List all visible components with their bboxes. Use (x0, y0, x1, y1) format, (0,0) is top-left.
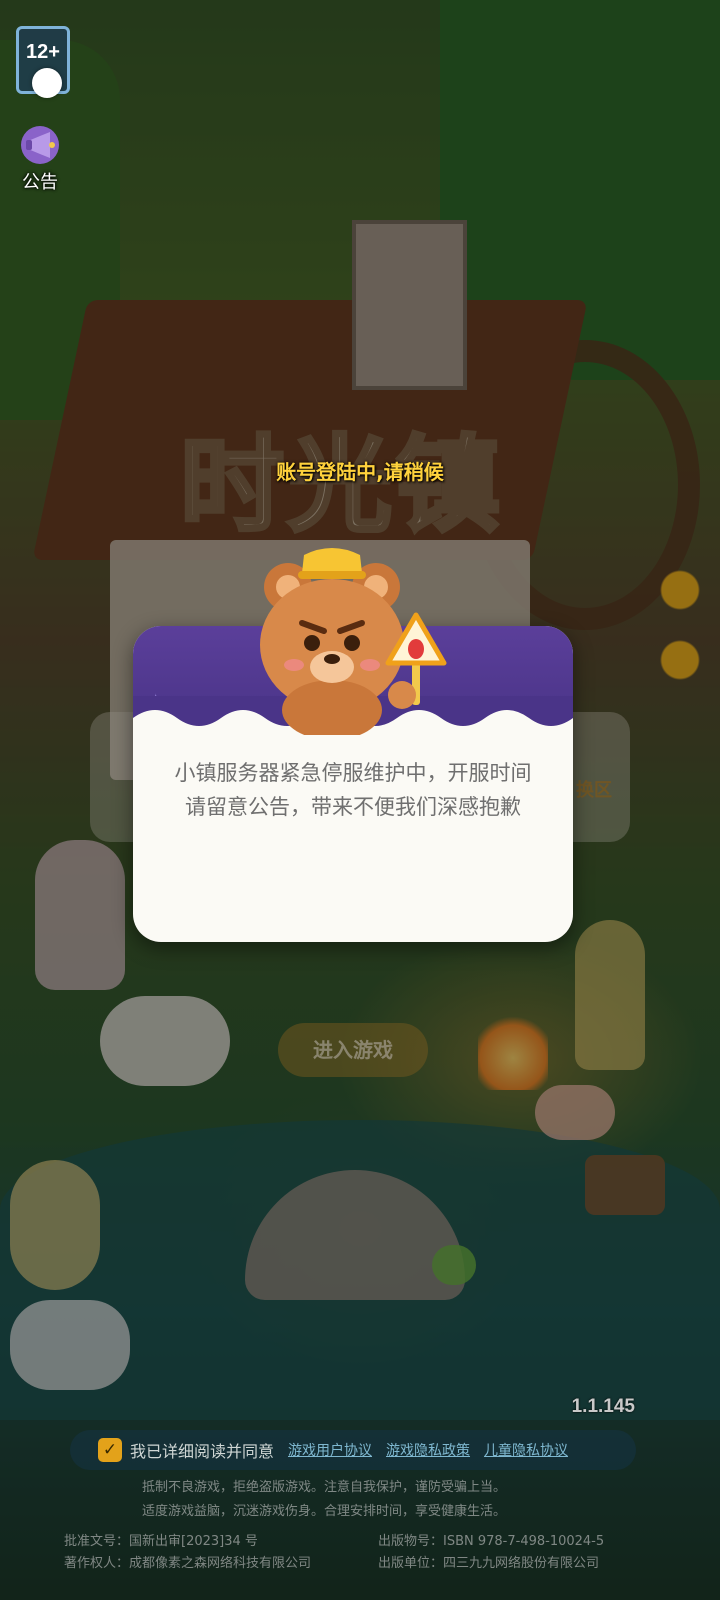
copyright-holder: 著作权人：成都像素之森网络科技有限公司 (64, 1556, 312, 1571)
publication-number: 出版物号：ISBN 978-7-498-10024-5 (378, 1534, 605, 1549)
dialog-message: 小镇服务器紧急停服维护中，开服时间请留意公告，带来不便我们深感抱歉 (174, 761, 532, 819)
checkmark-icon: ✓ (102, 1439, 118, 1460)
floating-assistive-button[interactable] (32, 68, 62, 98)
agreement-bar: ✓ 我已详细阅读并同意 游戏用户协议 游戏隐私政策 儿童隐私协议 (70, 1430, 636, 1470)
notice-label: 公告 (22, 172, 58, 193)
notice-button[interactable]: 公告 (14, 124, 66, 194)
login-status-text: 账号登陆中,请稍候 (276, 460, 444, 484)
agreement-checkbox[interactable]: ✓ (98, 1438, 122, 1462)
child-privacy-link[interactable]: 儿童隐私协议 (484, 1440, 568, 1460)
health-notice-line: 适度游戏益脑，沉迷游戏伤身。合理安排时间，享受健康生活。 (142, 1504, 507, 1519)
megaphone-icon (21, 126, 59, 164)
approval-number: 批准文号：国新出审[2023]34 号 (64, 1534, 258, 1549)
privacy-policy-link[interactable]: 游戏隐私政策 (386, 1440, 470, 1460)
bear-mascot-icon (260, 548, 447, 735)
user-agreement-link[interactable]: 游戏用户协议 (288, 1440, 372, 1460)
health-notice-line: 抵制不良游戏，拒绝盗版游戏。注意自我保护，谨防受骗上当。 (142, 1480, 507, 1495)
version-label: 1.1.145 (571, 1396, 635, 1417)
agreement-text: 我已详细阅读并同意 (130, 1442, 275, 1461)
publisher: 出版单位：四三九九网络股份有限公司 (378, 1556, 600, 1571)
